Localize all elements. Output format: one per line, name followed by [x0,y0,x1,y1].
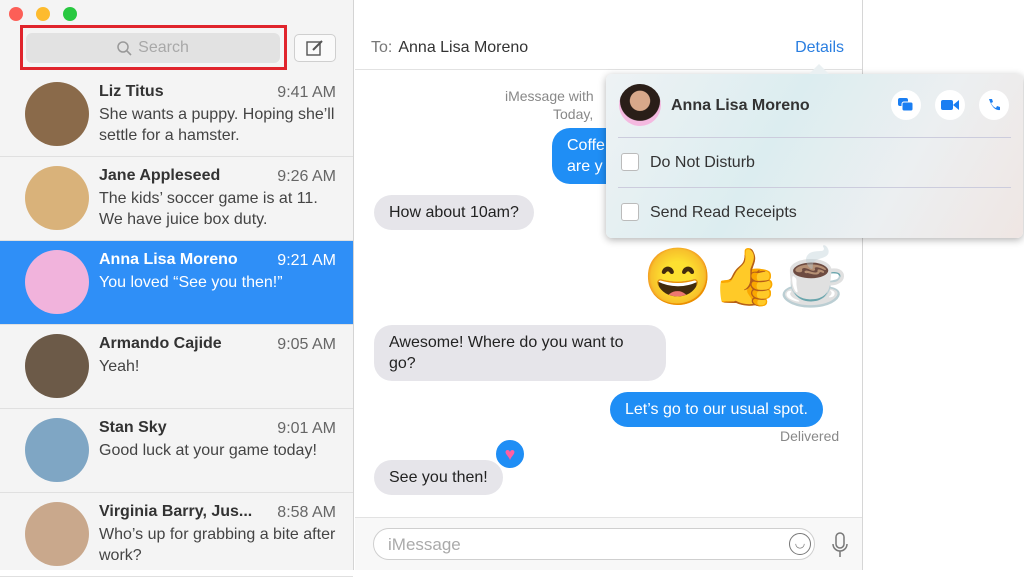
conversation-item[interactable]: Anna Lisa Moreno 9:21 AM You loved “See … [0,241,353,325]
emoji-message[interactable]: 😄👍☕ [643,244,848,310]
sidebar: Search Liz Titus 9:41 AM She wants a pup… [0,0,354,577]
conversation-item[interactable]: Virginia Barry, Jus... 8:58 AM Who’s up … [0,493,353,577]
thread-date-label: Today, [553,106,594,122]
do-not-disturb-label: Do Not Disturb [650,154,755,171]
send-read-receipts-label: Send Read Receipts [650,204,797,221]
audio-call-button[interactable] [979,90,1009,120]
message-button[interactable] [891,90,921,120]
contact-name: Anna Lisa Moreno [671,97,810,114]
messages-icon [898,98,914,112]
message-time: 9:05 AM [277,336,336,353]
message-time: 9:26 AM [277,168,336,185]
avatar [25,166,89,230]
contact-name: Armando Cajide [99,335,222,352]
message-preview: You loved “See you then!” [99,274,283,291]
message-input[interactable]: iMessage [373,528,815,560]
compose-icon [306,40,323,56]
heart-tapback-icon: ♥ [494,438,526,470]
avatar [25,418,89,482]
contact-name: Jane Appleseed [99,167,221,184]
avatar [25,82,89,146]
conversation-item[interactable]: Liz Titus 9:41 AM She wants a puppy. Hop… [0,73,353,157]
message-time: 9:01 AM [277,420,336,437]
video-icon [941,100,959,110]
message-incoming[interactable]: Awesome! Where do you want to go? [374,325,666,381]
contact-name: Anna Lisa Moreno [99,251,238,268]
contact-name: Virginia Barry, Jus... [99,503,253,520]
recipient-name: Anna Lisa Moreno [398,39,529,56]
message-preview: Yeah! [99,358,140,375]
message-preview: Who’s up for grabbing a bite after work? [99,526,336,564]
avatar [25,334,89,398]
message-preview: She wants a puppy. Hoping she’ll settle … [99,106,335,144]
message-preview: Good luck at your game today! [99,442,317,459]
to-label: To: [371,39,393,56]
compose-button[interactable] [294,34,336,62]
message-time: 9:21 AM [277,252,336,269]
conversation-item[interactable]: Jane Appleseed 9:26 AM The kids’ soccer … [0,157,353,241]
contact-name: Stan Sky [99,419,167,436]
avatar [25,502,89,566]
emoji-icon[interactable]: ◡ [789,533,811,555]
delivered-status: Delivered [780,428,840,444]
close-button[interactable] [9,7,23,21]
avatar [619,84,661,126]
avatar [25,250,89,314]
details-button[interactable]: Details [795,39,844,57]
conversation-header: To: Anna Lisa Moreno Details [355,0,862,70]
zoom-button[interactable] [63,7,77,21]
message-outgoing[interactable]: Let’s go to our usual spot. [610,392,823,427]
phone-icon [989,99,1000,111]
microphone-icon[interactable] [832,532,848,558]
search-highlight-box [20,25,287,70]
message-incoming[interactable]: See you then! [374,460,503,495]
conversation-item[interactable]: Armando Cajide 9:05 AM Yeah! [0,325,353,409]
minimize-button[interactable] [36,7,50,21]
to-field: To: Anna Lisa Moreno [371,39,528,57]
send-read-receipts-checkbox[interactable] [621,203,639,221]
contact-name: Liz Titus [99,83,164,100]
video-call-button[interactable] [935,90,965,120]
conversation-item[interactable]: Stan Sky 9:01 AM Good luck at your game … [0,409,353,493]
message-preview: The kids’ soccer game is at 11. We have … [99,190,318,228]
composer-bar: iMessage ◡ [355,517,862,570]
message-incoming[interactable]: How about 10am? [374,195,534,230]
thread-service-label: iMessage with [505,88,594,104]
details-popover: Anna Lisa Moreno Do Not Disturb Send Rea… [606,64,1023,238]
do-not-disturb-checkbox[interactable] [621,153,639,171]
message-time: 9:41 AM [277,84,336,101]
message-time: 8:58 AM [277,504,336,521]
